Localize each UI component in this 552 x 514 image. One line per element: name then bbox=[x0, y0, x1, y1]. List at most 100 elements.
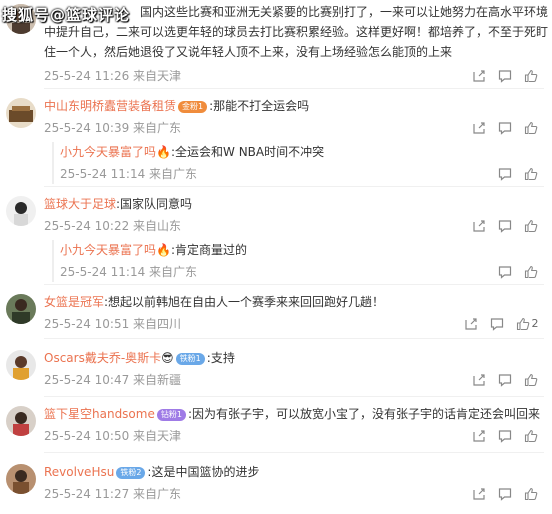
reply-text: :肯定商量过的 bbox=[170, 243, 248, 257]
reply-item: 小九今天暴富了吗🔥:全运会和W NBA时间不冲突 25-5-24 11:14 来… bbox=[52, 142, 544, 184]
comment-icon bbox=[498, 168, 512, 181]
avatar[interactable] bbox=[6, 406, 36, 436]
divider bbox=[44, 338, 544, 339]
comment-icon bbox=[490, 318, 504, 331]
divider bbox=[44, 186, 544, 187]
fan-badge: 铁粉1 bbox=[175, 352, 205, 365]
comment-meta: 25-5-24 10:22 来自山东 bbox=[44, 216, 544, 236]
reply-button[interactable] bbox=[492, 216, 518, 236]
comment-icon bbox=[498, 122, 512, 135]
divider bbox=[44, 284, 544, 285]
share-icon bbox=[473, 122, 485, 134]
like-button[interactable]: 2 bbox=[510, 314, 544, 334]
timestamp: 25-5-24 11:14 来自广东 bbox=[60, 265, 198, 279]
reply-meta: 25-5-24 11:14 来自广东 bbox=[60, 262, 544, 282]
like-button[interactable] bbox=[518, 164, 544, 184]
timestamp: 25-5-24 10:39 来自广东 bbox=[44, 121, 182, 135]
share-button[interactable] bbox=[466, 118, 492, 138]
fire-icon: 🔥 bbox=[156, 145, 171, 159]
like-button[interactable] bbox=[518, 66, 544, 86]
share-button[interactable] bbox=[466, 370, 492, 390]
reply-button[interactable] bbox=[492, 262, 518, 282]
share-button[interactable] bbox=[466, 66, 492, 86]
avatar[interactable] bbox=[6, 196, 36, 226]
comment-icon bbox=[498, 430, 512, 443]
thumbs-up-icon bbox=[524, 69, 538, 83]
comment-text: :那能不打全运会吗 bbox=[209, 99, 310, 113]
username-link[interactable]: 中山东明桥蠹营装备租赁 bbox=[44, 99, 176, 113]
comment-text: :因为有张子宇，可以放宽小宝了，没有张子宇的话肯定还会叫回来 bbox=[187, 407, 540, 421]
thumbs-up-icon bbox=[516, 317, 529, 331]
username-link[interactable]: Oscars戴夫乔-奥斯卡 bbox=[44, 351, 161, 365]
share-icon bbox=[473, 220, 485, 232]
reply-item: 小九今天暴富了吗🔥:肯定商量过的 25-5-24 11:14 来自广东 bbox=[52, 240, 544, 282]
timestamp: 25-5-24 11:26 来自天津 bbox=[44, 69, 182, 83]
comment-text: :这是中国篮协的进步 bbox=[147, 465, 260, 479]
reply-meta: 25-5-24 11:14 来自广东 bbox=[60, 164, 544, 184]
reply-text: :全运会和W NBA时间不冲突 bbox=[170, 145, 325, 159]
share-icon bbox=[473, 488, 485, 500]
fan-badge: 钻粉1 bbox=[156, 408, 186, 421]
comment-meta: 25-5-24 11:27 来自广东 bbox=[44, 484, 544, 504]
reply-button[interactable] bbox=[492, 164, 518, 184]
username-link[interactable]: 小九今天暴富了吗 bbox=[60, 243, 156, 257]
like-button[interactable] bbox=[518, 370, 544, 390]
reply-button[interactable] bbox=[492, 370, 518, 390]
thumbs-up-icon bbox=[524, 373, 538, 387]
thumbs-up-icon bbox=[524, 487, 538, 501]
timestamp: 25-5-24 10:50 来自天津 bbox=[44, 429, 182, 443]
share-button[interactable] bbox=[466, 216, 492, 236]
comment-text: :支持 bbox=[206, 351, 235, 365]
comment-text: 中提升自己，二来可以选更年轻的球员去打比赛积累经验。这样更好啊！都培养了，不至于… bbox=[44, 25, 549, 39]
reply-button[interactable] bbox=[492, 484, 518, 504]
thumbs-up-icon bbox=[524, 429, 538, 443]
like-button[interactable] bbox=[518, 262, 544, 282]
comment-icon bbox=[498, 488, 512, 501]
divider bbox=[44, 452, 544, 453]
username-link[interactable]: RevolveHsu bbox=[44, 465, 114, 479]
reply-button[interactable] bbox=[492, 66, 518, 86]
share-icon bbox=[473, 374, 485, 386]
avatar[interactable] bbox=[6, 294, 36, 324]
comment-text: 住一个人，然后她退役了又说年轻人顶不上来，没有上场经验怎么能顶的上来 bbox=[44, 45, 453, 59]
comment-icon bbox=[498, 266, 512, 279]
timestamp: 25-5-24 11:27 来自广东 bbox=[44, 487, 182, 501]
fire-icon: 🔥 bbox=[156, 243, 171, 257]
avatar[interactable] bbox=[6, 464, 36, 494]
thumbs-up-icon bbox=[524, 167, 538, 181]
fan-badge: 金粉1 bbox=[178, 100, 208, 113]
watermark: 搜狐号@篮球评论 bbox=[2, 6, 131, 24]
comment-text: :想起以前韩旭在自由人一个赛季来来回回跑好几趟！ bbox=[104, 295, 385, 309]
share-button[interactable] bbox=[466, 484, 492, 504]
username-link[interactable]: 篮下星空handsome bbox=[44, 407, 155, 421]
username-link[interactable]: 女篮是冠军 bbox=[44, 295, 104, 309]
emoji-icon: 😎 bbox=[161, 351, 174, 365]
timestamp: 25-5-24 11:14 来自广东 bbox=[60, 167, 198, 181]
avatar[interactable] bbox=[6, 98, 36, 128]
username-link[interactable]: 篮球大于足球 bbox=[44, 197, 116, 211]
share-button[interactable] bbox=[466, 426, 492, 446]
divider bbox=[44, 396, 544, 397]
comment-icon bbox=[498, 70, 512, 83]
timestamp: 25-5-24 10:47 来自新疆 bbox=[44, 373, 182, 387]
thumbs-up-icon bbox=[524, 265, 538, 279]
comment-icon bbox=[498, 374, 512, 387]
reply-button[interactable] bbox=[484, 314, 510, 334]
like-button[interactable] bbox=[518, 118, 544, 138]
comment-meta: 25-5-24 10:39 来自广东 bbox=[44, 118, 544, 138]
comment-meta: 25-5-24 11:26 来自天津 bbox=[44, 66, 544, 86]
avatar[interactable] bbox=[6, 350, 36, 380]
share-icon bbox=[465, 318, 477, 330]
fan-badge: 铁粉2 bbox=[116, 466, 146, 479]
comment-text: :国家队同意吗 bbox=[116, 197, 193, 211]
like-button[interactable] bbox=[518, 426, 544, 446]
thumbs-up-icon bbox=[524, 219, 538, 233]
like-button[interactable] bbox=[518, 216, 544, 236]
like-button[interactable] bbox=[518, 484, 544, 504]
reply-button[interactable] bbox=[492, 118, 518, 138]
username-link[interactable]: 小九今天暴富了吗 bbox=[60, 145, 156, 159]
reply-button[interactable] bbox=[492, 426, 518, 446]
share-icon bbox=[473, 430, 485, 442]
thumbs-up-icon bbox=[524, 121, 538, 135]
share-button[interactable] bbox=[458, 314, 484, 334]
